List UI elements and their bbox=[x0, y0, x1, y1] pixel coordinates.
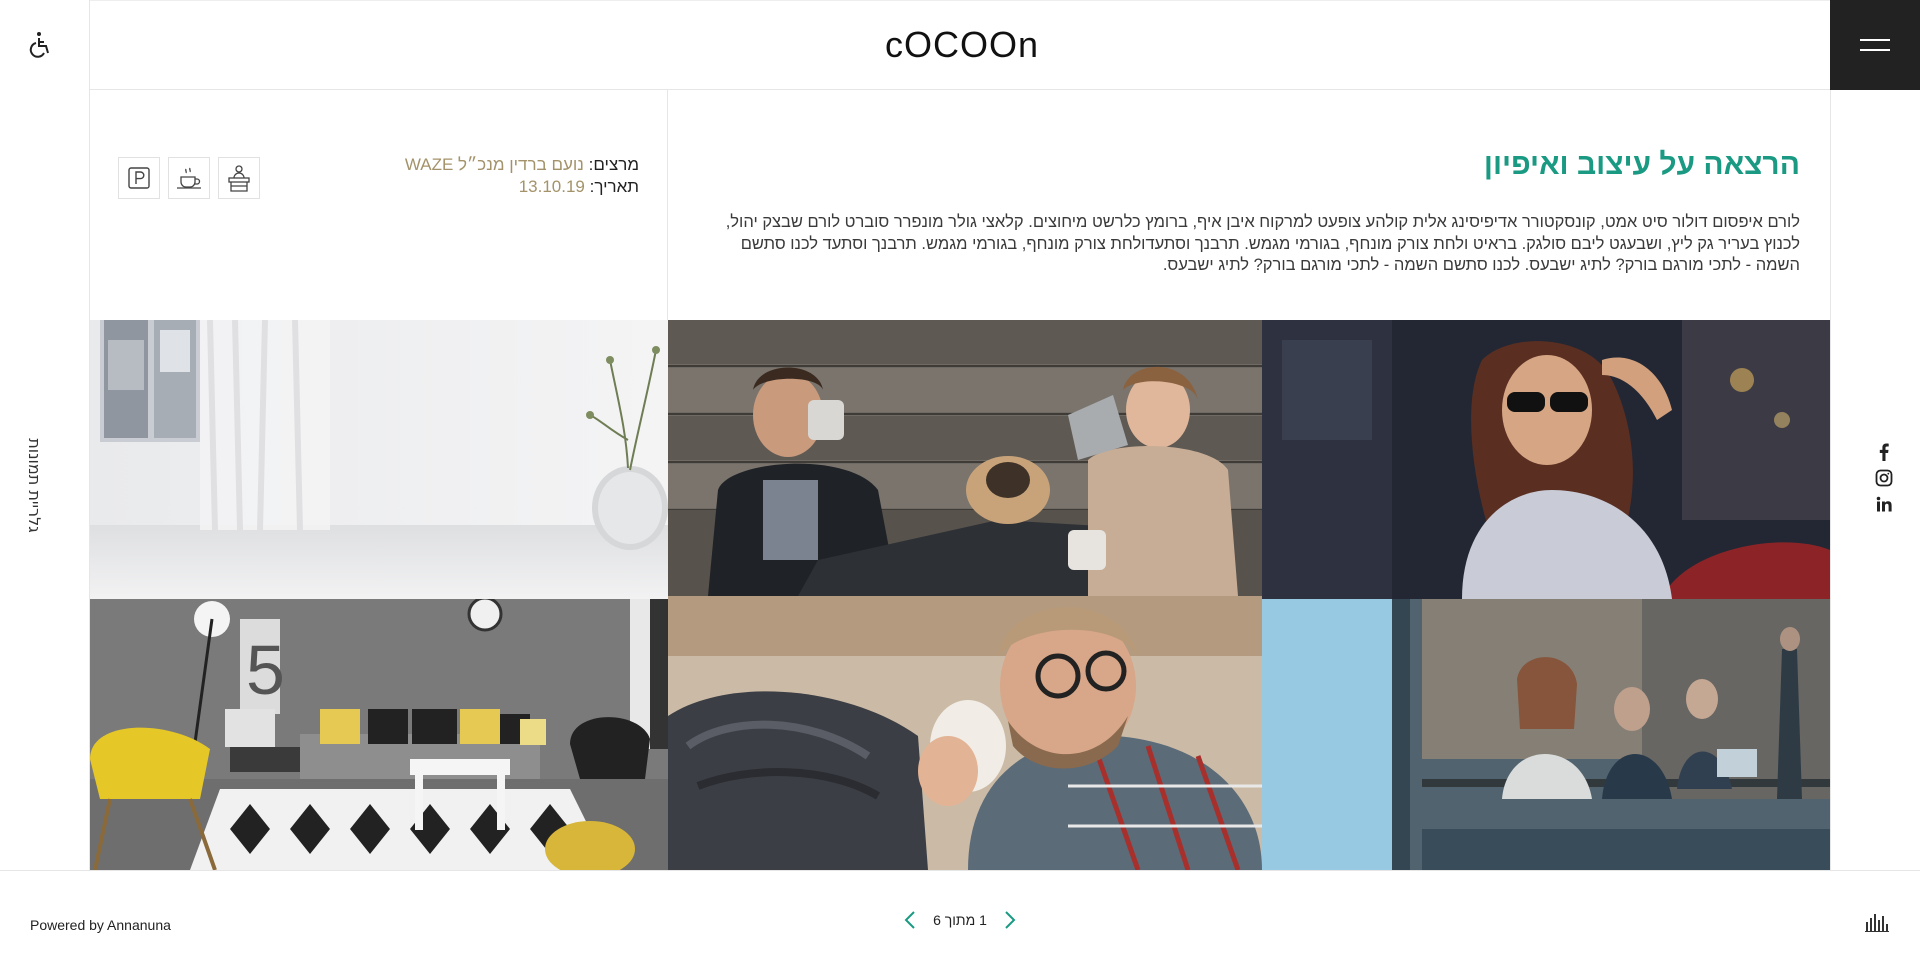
coffee-cup-icon bbox=[168, 157, 210, 199]
next-arrow-icon[interactable] bbox=[1000, 909, 1020, 931]
man-with-cat-coffee-photo[interactable] bbox=[668, 596, 1262, 870]
speaker-value: נועם ברדין מנכ״ל WAZE bbox=[404, 155, 584, 174]
social-links bbox=[1875, 443, 1893, 513]
cocoon-logo[interactable]: cOCOOn bbox=[885, 23, 1038, 67]
amenities-list bbox=[118, 157, 260, 199]
prev-arrow-icon[interactable] bbox=[900, 909, 920, 931]
speaker-row: מרצים: נועם ברדין מנכ״ל WAZE bbox=[405, 154, 639, 176]
powered-by-link[interactable]: Powered by Annanuna bbox=[30, 917, 171, 933]
header: cOCOOn bbox=[90, 0, 1830, 90]
svg-text:5: 5 bbox=[246, 631, 285, 709]
sound-bars-icon[interactable] bbox=[1865, 912, 1889, 932]
menu-button[interactable] bbox=[1830, 0, 1920, 90]
gallery-pager: 1 מתוך 6 bbox=[900, 907, 1020, 933]
event-meta-panel: מרצים: נועם ברדין מנכ״ל WAZE תאריך: 13.1… bbox=[90, 90, 668, 320]
couple-with-pug-photo[interactable] bbox=[668, 320, 1262, 596]
event-description: לורם איפסום דולור סיט אמט, קונסקטורר אדי… bbox=[725, 213, 1800, 274]
event-title: הרצאה על עיצוב ואיפיון bbox=[1483, 148, 1800, 181]
facebook-icon[interactable] bbox=[1875, 443, 1893, 461]
date-value: 13.10.19 bbox=[518, 177, 585, 196]
parking-icon bbox=[118, 157, 160, 199]
left-rail: גלריית תמונות bbox=[0, 0, 90, 870]
speaker-label: מרצים: bbox=[588, 155, 639, 174]
white-room-vase-photo[interactable] bbox=[90, 320, 668, 599]
gallery-label-text: גלריית תמונות bbox=[24, 437, 44, 533]
hamburger-icon bbox=[1860, 36, 1890, 54]
date-label: תאריך: bbox=[589, 177, 639, 196]
pager-count: 1 מתוך 6 bbox=[933, 912, 987, 928]
page: גלריית תמונות cOCOOn מרצים: נועם ברדין מ… bbox=[0, 0, 1920, 960]
woman-sunglasses-photo[interactable] bbox=[1262, 320, 1830, 599]
living-room-yellow-chair-photo[interactable]: 5 bbox=[90, 599, 668, 870]
date-row: תאריך: 13.10.19 bbox=[405, 176, 639, 198]
event-meta: מרצים: נועם ברדין מנכ״ל WAZE תאריך: 13.1… bbox=[405, 154, 639, 198]
reception-desk-icon bbox=[218, 157, 260, 199]
event-description-panel: הרצאה על עיצוב ואיפיון לורם איפסום דולור… bbox=[668, 90, 1830, 320]
gallery-vertical-label[interactable]: גלריית תמונות bbox=[24, 430, 44, 540]
photo-gallery: 5 bbox=[90, 320, 1830, 870]
footer: Powered by Annanuna 1 מתוך 6 bbox=[0, 870, 1920, 960]
wheelchair-icon[interactable] bbox=[26, 30, 54, 60]
instagram-icon[interactable] bbox=[1875, 469, 1893, 487]
linkedin-icon[interactable] bbox=[1875, 495, 1893, 513]
cafe-window-photo[interactable] bbox=[1262, 599, 1830, 870]
